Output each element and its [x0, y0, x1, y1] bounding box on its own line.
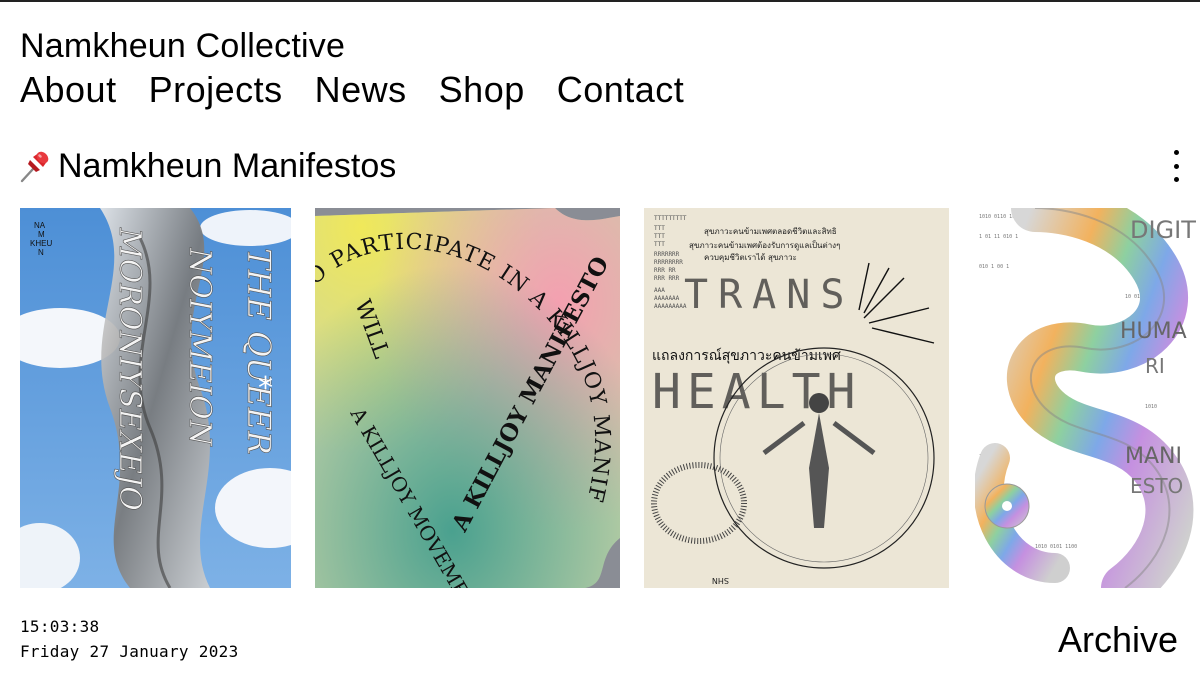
svg-text:RRRRRRR: RRRRRRR — [654, 251, 680, 258]
poster1-logo-line: N — [38, 248, 44, 257]
poster1-text: THE QUEER — [240, 248, 278, 455]
svg-text:RRRRRRRR: RRRRRRRR — [654, 259, 683, 266]
svg-text:RRR RR: RRR RR — [654, 267, 676, 274]
manifesto-gallery: NA M KHEU N MORONIYSEXEJO NOIYMEION THE … — [0, 208, 1200, 588]
poster1-text: NOIYMEION — [182, 247, 217, 448]
nav-news[interactable]: News — [315, 68, 407, 112]
nav-projects[interactable]: Projects — [149, 68, 283, 112]
clock-date: Friday 27 January 2023 — [20, 642, 239, 661]
svg-text:1010 0101 1100: 1010 0101 1100 — [1035, 544, 1077, 550]
poster1-text: MORONIYSEXEJO — [112, 227, 147, 511]
poster3-text: HEALTH — [652, 364, 861, 420]
svg-text:AAA: AAA — [654, 287, 665, 294]
poster4-text: MANI — [1125, 444, 1182, 469]
poster3-text: แถลงการณ์สุขภาวะคนข้ามเพศ — [652, 347, 841, 364]
poster-card-queer[interactable]: NA M KHEU N MORONIYSEXEJO NOIYMEION THE … — [20, 208, 291, 588]
poster1-star: * — [258, 371, 273, 406]
svg-text:TTT: TTT — [654, 233, 665, 240]
poster4-text: HUMA — [1120, 319, 1187, 344]
kebab-menu-icon[interactable] — [1170, 150, 1182, 182]
main-nav: About Projects News Shop Contact — [20, 68, 684, 112]
poster-card-trans-health[interactable]: TTTTTTTTT TTT TTT TTT RRRRRRR RRRRRRRR RRR RR… — [644, 208, 949, 588]
poster4-text: ESTO — [1130, 474, 1183, 498]
svg-text:1010: 1010 — [1145, 404, 1157, 410]
svg-text:1 01 11 010 1: 1 01 11 010 1 — [979, 234, 1018, 240]
poster-card-killjoy[interactable]: TO PARTICIPATE IN A KILLJOY MANIFESTO WI… — [315, 208, 620, 588]
nav-shop[interactable]: Shop — [439, 68, 525, 112]
svg-text:TTT: TTT — [654, 225, 665, 232]
nav-contact[interactable]: Contact — [557, 68, 685, 112]
poster1-logo-line: M — [38, 230, 45, 239]
clock-display: 15:03:38 Friday 27 January 2023 — [20, 614, 239, 664]
archive-link[interactable]: Archive — [1058, 618, 1178, 662]
poster4-text: RI — [1145, 354, 1165, 378]
poster1-logo-line: NA — [34, 221, 46, 230]
section-title: Namkheun Manifestos — [58, 147, 397, 185]
site-title[interactable]: Namkheun Collective — [20, 26, 345, 66]
clock-time: 15:03:38 — [20, 617, 100, 636]
section-header: Namkheun Manifestos — [18, 142, 1188, 190]
pushpin-icon — [20, 151, 49, 183]
poster4-text: DIGIT — [1130, 216, 1196, 244]
svg-text:AAAAAAA: AAAAAAA — [654, 295, 680, 302]
poster3-footer: SHN — [712, 576, 729, 585]
poster3-text: TRANS — [684, 272, 854, 318]
poster1-logo-line: KHEU — [30, 239, 52, 248]
svg-text:TTTTTTTTT: TTTTTTTTT — [654, 215, 687, 222]
svg-text:สุขภาวะคนข้ามเพศต้องรับการดูแล: สุขภาวะคนข้ามเพศต้องรับการดูแลเป็นต่างๆ — [689, 240, 840, 251]
svg-text:TTT: TTT — [654, 241, 665, 248]
svg-text:010 1 00 1: 010 1 00 1 — [979, 264, 1009, 270]
svg-text:สุขภาวะคนข้ามเพศตลอดชีวิตและสิ: สุขภาวะคนข้ามเพศตลอดชีวิตและสิทธิ — [704, 227, 837, 236]
svg-text:AAAAAAAAA: AAAAAAAAA — [654, 303, 687, 310]
svg-text:RRR RRR: RRR RRR — [654, 275, 680, 282]
poster-card-digital-human-rights[interactable]: 1010 0110 1010 1 01 11 010 1 010 1 00 1 10… — [975, 208, 1200, 588]
nav-about[interactable]: About — [20, 68, 117, 112]
svg-text:ควบคุมชีวิตเราได้ สุขภาวะ: ควบคุมชีวิตเราได้ สุขภาวะ — [704, 253, 797, 262]
